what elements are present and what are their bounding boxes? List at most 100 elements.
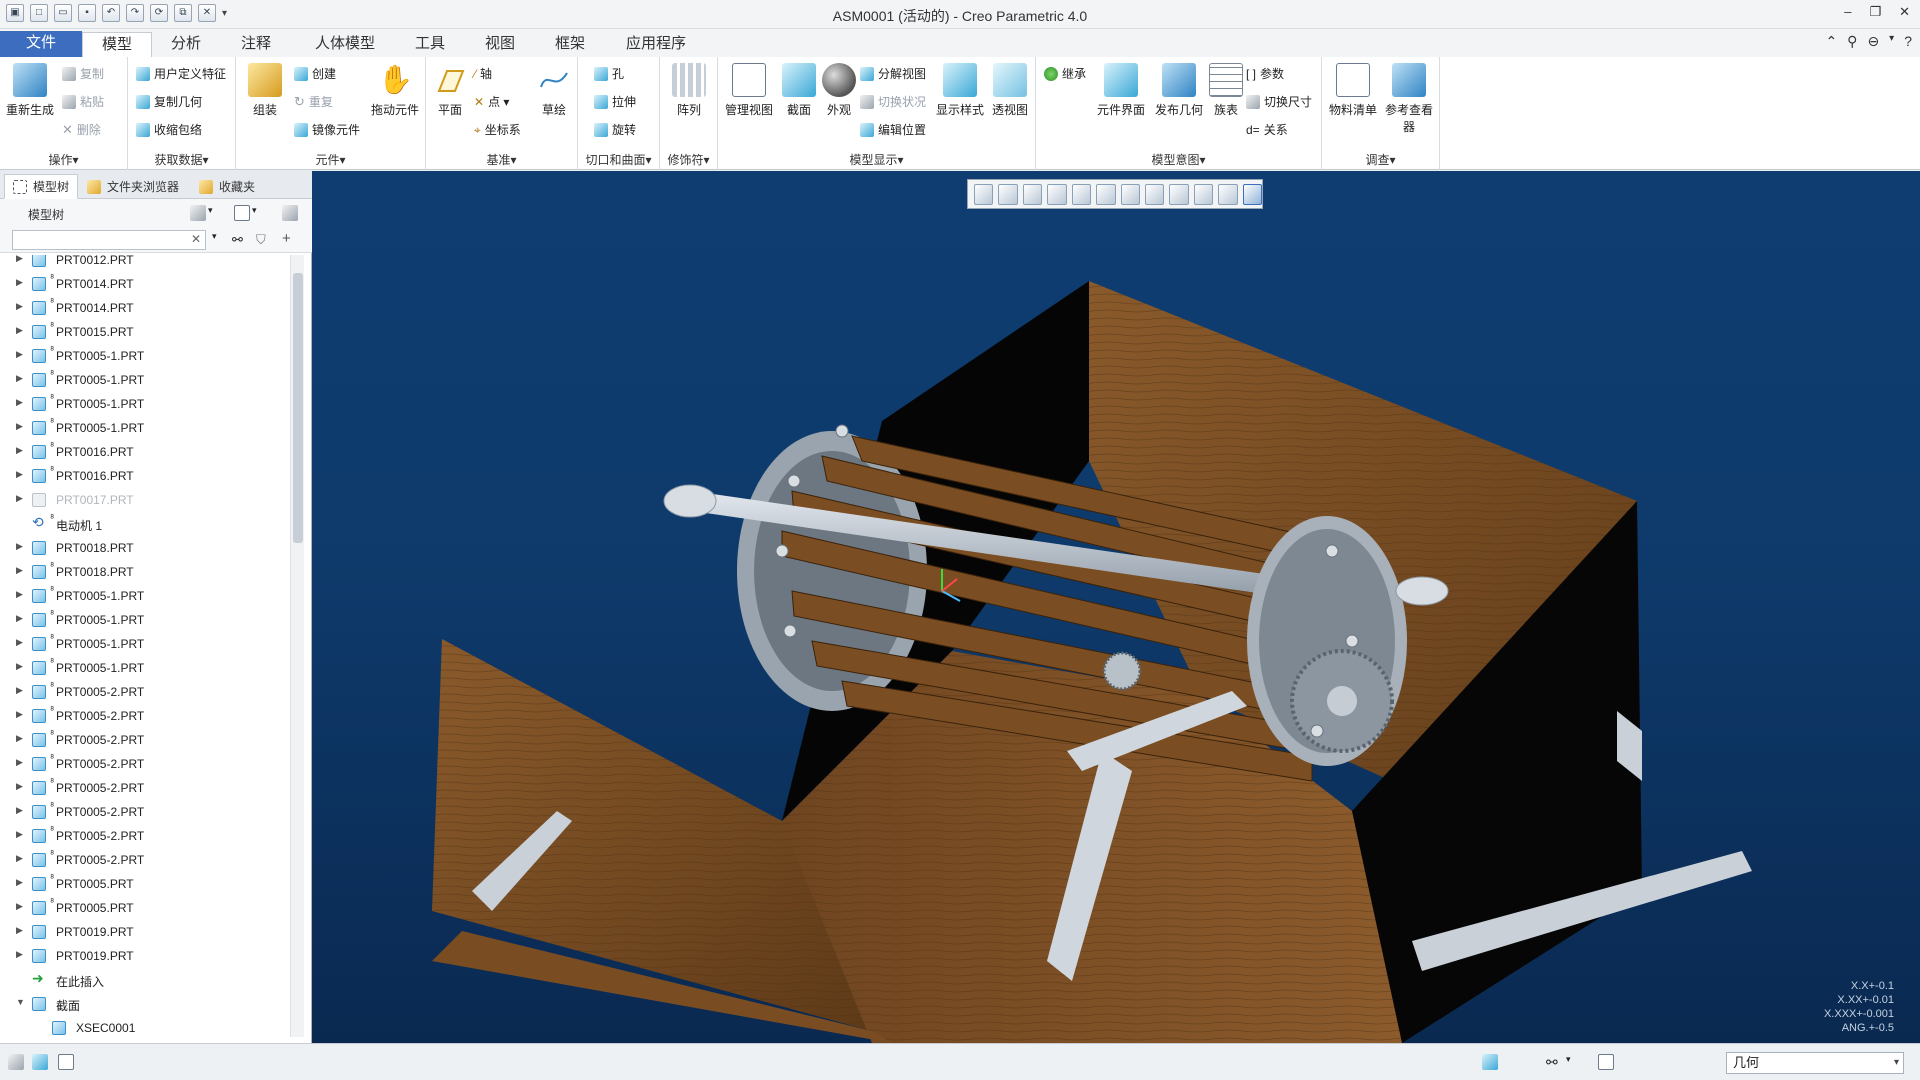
spin-center-icon[interactable] bbox=[1218, 183, 1238, 205]
expand-icon[interactable]: ▶ bbox=[16, 757, 23, 768]
tree-item[interactable]: ▶ ⁸ PRT0018.PRT bbox=[0, 560, 290, 584]
collapse-icon[interactable]: ▼ bbox=[16, 997, 25, 1007]
group-cut-surface-label[interactable]: 切口和曲面▾ bbox=[578, 151, 659, 168]
zoom-in-icon[interactable] bbox=[998, 183, 1018, 205]
tab-applications[interactable]: 应用程序 bbox=[610, 32, 702, 57]
find-binoculars-icon[interactable]: ⚯ bbox=[232, 232, 248, 248]
tree-filters-icon[interactable] bbox=[282, 205, 298, 221]
show-icon[interactable] bbox=[234, 205, 250, 221]
pattern-button[interactable]: 阵列 bbox=[666, 63, 712, 118]
component-interface-button[interactable]: 元件界面 bbox=[1092, 63, 1150, 118]
tree-item[interactable]: ▶ ⁸ PRT0005.PRT bbox=[0, 896, 290, 920]
expand-icon[interactable]: ▶ bbox=[16, 349, 23, 360]
tree-item[interactable]: ▶ ⁸ PRT0005-1.PRT bbox=[0, 632, 290, 656]
copy-button[interactable]: 复制 bbox=[62, 65, 104, 83]
expand-icon[interactable]: ▶ bbox=[16, 949, 23, 960]
zoom-out-icon[interactable] bbox=[1022, 183, 1043, 205]
tree-item[interactable]: ▶ ⁸ PRT0016.PRT bbox=[0, 440, 290, 464]
tree-settings-icon[interactable] bbox=[190, 205, 206, 221]
assembly-3d-model[interactable] bbox=[312, 171, 1920, 1043]
tree-item[interactable]: ▶ ⁸ PRT0005-2.PRT bbox=[0, 752, 290, 776]
view-manager-icon[interactable] bbox=[1144, 183, 1165, 205]
shrinkwrap-button[interactable]: 收缩包络 bbox=[136, 121, 202, 139]
perspective-view-icon[interactable] bbox=[1071, 183, 1092, 205]
expand-icon[interactable]: ▶ bbox=[16, 469, 23, 480]
tree-item[interactable]: ▶ ⁸ PRT0014.PRT bbox=[0, 272, 290, 296]
switch-dims-button[interactable]: 切换尺寸 bbox=[1246, 93, 1312, 111]
active-toggle-icon[interactable] bbox=[1242, 183, 1263, 205]
tree-item[interactable]: ⟲ ⁸ 电动机 1 bbox=[0, 512, 290, 536]
tree-item[interactable]: ▶ ⁸ PRT0005-2.PRT bbox=[0, 800, 290, 824]
close-button[interactable]: ✕ bbox=[1899, 4, 1910, 20]
bom-button[interactable]: 物料清单 bbox=[1326, 63, 1380, 118]
tree-item[interactable]: ▶ ⁸ PRT0005-2.PRT bbox=[0, 848, 290, 872]
expand-icon[interactable]: ▶ bbox=[16, 781, 23, 792]
chevron-down-icon[interactable]: ▾ bbox=[252, 205, 268, 221]
tree-item[interactable]: ▶ ⁸ PRT0014.PRT bbox=[0, 296, 290, 320]
plane-button[interactable]: 平面 bbox=[432, 63, 468, 118]
tree-item[interactable]: ▶ ⁸ PRT0016.PRT bbox=[0, 464, 290, 488]
parameters-button[interactable]: [ ] 参数 bbox=[1246, 65, 1284, 83]
expand-icon[interactable]: ▶ bbox=[16, 613, 23, 624]
tree-item[interactable]: ▶ ⁸ PRT0005-1.PRT bbox=[0, 584, 290, 608]
group-component-label[interactable]: 元件▾ bbox=[236, 151, 425, 168]
tree-item[interactable]: ▶ ⁸ PRT0005-1.PRT bbox=[0, 608, 290, 632]
toggle-navigator-icon[interactable] bbox=[8, 1054, 24, 1070]
explode-view-button[interactable]: 分解视图 bbox=[860, 65, 926, 83]
refit-icon[interactable] bbox=[974, 183, 994, 205]
tree-item[interactable]: ▶ ⁸PRT0012.PRT bbox=[0, 255, 290, 272]
csys-button[interactable]: ⌖ 坐标系 bbox=[474, 121, 521, 139]
family-table-button[interactable]: 族表 bbox=[1208, 63, 1244, 118]
tree-item[interactable]: ▶ ⁸ PRT0005-1.PRT bbox=[0, 416, 290, 440]
extrude-button[interactable]: 拉伸 bbox=[594, 93, 636, 111]
paste-button[interactable]: 粘贴 bbox=[62, 93, 104, 111]
regen-status-icon[interactable] bbox=[1482, 1054, 1498, 1070]
tab-analysis[interactable]: 分析 bbox=[155, 32, 217, 57]
expand-icon[interactable]: ▶ bbox=[16, 805, 23, 816]
expand-icon[interactable]: ▶ bbox=[16, 541, 23, 552]
clear-search-icon[interactable]: ✕ bbox=[191, 232, 201, 246]
tab-folder-browser[interactable]: 文件夹浏览器 bbox=[78, 174, 188, 199]
delete-button[interactable]: ✕ 删除 bbox=[62, 121, 101, 139]
find-binoculars-icon[interactable]: ⚯ bbox=[1546, 1054, 1562, 1070]
group-investigate-label[interactable]: 调查▾ bbox=[1322, 151, 1439, 168]
hole-button[interactable]: 孔 bbox=[594, 65, 624, 83]
expand-icon[interactable]: ▶ bbox=[16, 493, 23, 504]
selection-buffer-icon[interactable] bbox=[1598, 1054, 1614, 1070]
tree-item[interactable]: ▶ ⁸ PRT0005.PRT bbox=[0, 872, 290, 896]
tab-model-tree[interactable]: 模型树 bbox=[4, 174, 79, 199]
tab-view[interactable]: 视图 bbox=[469, 32, 531, 57]
selection-filter-select[interactable]: 几何 ▾ bbox=[1726, 1052, 1904, 1074]
expand-icon[interactable]: ▶ bbox=[16, 445, 23, 456]
tab-manikin[interactable]: 人体模型 bbox=[299, 32, 391, 57]
group-modifiers-label[interactable]: 修饰符▾ bbox=[660, 151, 717, 168]
tab-file[interactable]: 文件 bbox=[0, 31, 82, 57]
drag-components-button[interactable]: ✋ 拖动元件 bbox=[368, 63, 422, 118]
expand-icon[interactable]: ▶ bbox=[16, 255, 23, 264]
mirror-component-button[interactable]: 镜像元件 bbox=[294, 121, 360, 139]
reference-viewer-button[interactable]: 参考查看器 bbox=[1382, 63, 1436, 135]
manage-views-button[interactable]: 管理视图 bbox=[722, 63, 776, 118]
publish-geometry-button[interactable]: 发布几何 bbox=[1150, 63, 1208, 118]
display-style-button[interactable]: 显示样式 bbox=[934, 63, 986, 118]
revolve-button[interactable]: 旋转 bbox=[594, 121, 636, 139]
chevron-down-icon[interactable]: ▾ bbox=[1889, 33, 1894, 50]
add-icon[interactable]: + bbox=[282, 230, 298, 247]
expand-icon[interactable]: ▶ bbox=[16, 661, 23, 672]
expand-icon[interactable]: ▶ bbox=[16, 853, 23, 864]
tab-tools[interactable]: 工具 bbox=[399, 32, 461, 57]
expand-icon[interactable]: ▶ bbox=[16, 637, 23, 648]
relations-button[interactable]: d= 关系 bbox=[1246, 121, 1288, 139]
group-model-display-label[interactable]: 模型显示▾ bbox=[718, 151, 1035, 168]
inherit-button[interactable]: 继承 bbox=[1044, 65, 1086, 83]
help-icon[interactable]: ? bbox=[1904, 33, 1912, 50]
toggle-status-button[interactable]: 切换状况 bbox=[860, 93, 926, 111]
expand-icon[interactable]: ▶ bbox=[16, 685, 23, 696]
search-icon[interactable]: ⚲ bbox=[1847, 33, 1857, 50]
restore-button[interactable]: ❐ bbox=[1869, 4, 1881, 20]
tree-scrollbar-thumb[interactable] bbox=[293, 273, 303, 543]
tree-item[interactable]: ▶ ⁸ PRT0005-2.PRT bbox=[0, 704, 290, 728]
copy-geometry-button[interactable]: 复制几何 bbox=[136, 93, 202, 111]
minimize-button[interactable]: – bbox=[1844, 4, 1851, 20]
perspective-button[interactable]: 透视图 bbox=[988, 63, 1032, 118]
